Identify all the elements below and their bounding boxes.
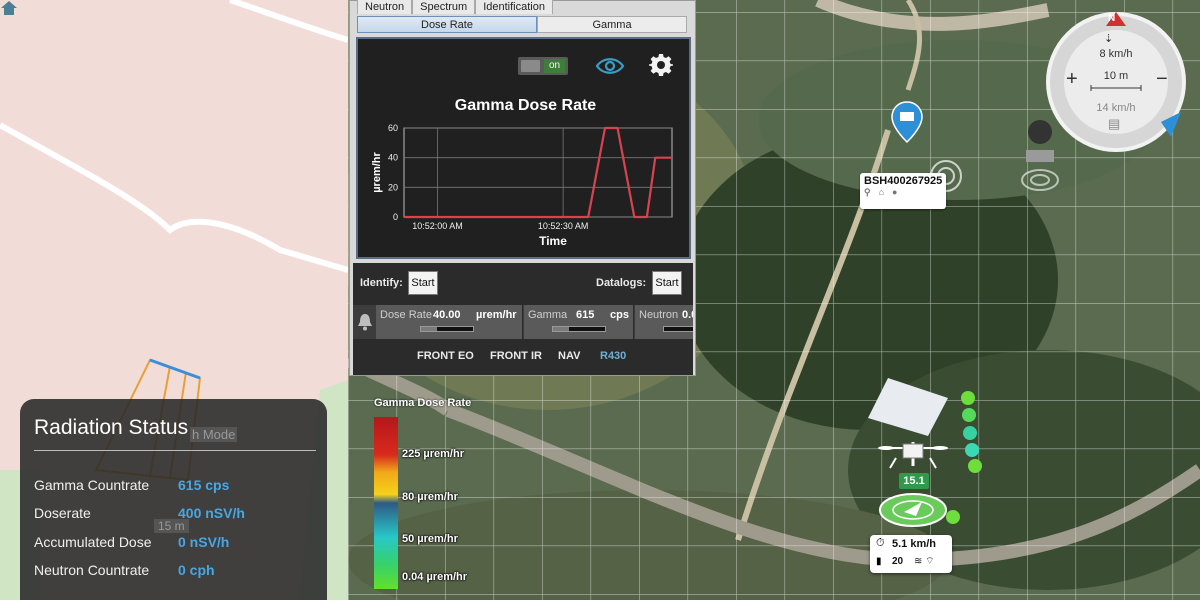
compass-widget[interactable]: N ⇣ 8 km/h + 10 m − 14 km/h ▤: [1046, 12, 1186, 152]
readout-label: Dose Rate: [380, 309, 432, 321]
y-tick-label: 0: [393, 212, 398, 222]
neutron-countrate-label: Neutron Countrate: [34, 562, 150, 578]
legend-color-bar: [374, 417, 398, 589]
gamma-countrate-value: 615 cps: [178, 477, 230, 493]
legend-label: 0.04 µrem/hr: [402, 571, 468, 583]
x-tick-label: 10:52:30 AM: [538, 221, 589, 231]
identify-start-button[interactable]: Start: [408, 271, 438, 295]
doserate-label: Doserate: [34, 505, 91, 521]
zoom-out-button[interactable]: −: [1156, 68, 1168, 91]
measurement-dot: [963, 426, 977, 440]
camera-tab-r430[interactable]: R430: [600, 350, 626, 362]
device-id: BSH400267925: [864, 175, 943, 187]
datalogs-label: Datalogs:: [596, 277, 647, 289]
app-root: BSH400267925 ⚲⌂● 15.1 ⏱ 5.1 km/h ▮ 20 ≋ …: [0, 0, 1200, 600]
gamma-countrate-label: Gamma Countrate: [34, 477, 150, 493]
series-line: [404, 126, 672, 219]
mode-label-behind: h Mode: [190, 427, 238, 442]
divider: [34, 450, 316, 451]
readout-unit: cps: [610, 309, 629, 321]
north-label: N: [1108, 13, 1116, 24]
y-tick-label: 40: [388, 153, 398, 163]
readout-level-bar: [663, 326, 693, 332]
chart-area: on Gamma Dose Rate 0 20 40 60 10:52:00 AM 10:…: [356, 37, 691, 259]
y-tick-label: 60: [388, 123, 398, 133]
readout-label: Gamma: [528, 309, 568, 321]
bell-icon[interactable]: [357, 313, 373, 331]
dose-rate-legend: Gamma Dose Rate 225 µrem/hr 80 µrem/hr 5…: [360, 392, 490, 597]
scale-bar: [1090, 85, 1142, 91]
chart-subtabs: Dose Rate Gamma: [357, 16, 687, 33]
readout-level-fill: [421, 327, 437, 331]
readout-value: 615: [576, 309, 595, 321]
scale-label-behind: 15 m: [154, 519, 189, 533]
accumulated-dose-label: Accumulated Dose: [34, 534, 152, 550]
home-icon: [1, 1, 17, 15]
readout-level-bar: [420, 326, 474, 332]
dose-rate-chart: 0 20 40 60 10:52:00 AM 10:52:30 AM Time µrem/hr: [371, 123, 673, 248]
camera-tab-front-ir[interactable]: FRONT IR: [490, 350, 542, 362]
camera-tab-front-eo[interactable]: FRONT EO: [417, 350, 474, 362]
detector-tabs: Neutron Spectrum Identification: [357, 0, 553, 14]
subtab-gamma[interactable]: Gamma: [537, 16, 687, 33]
drone-speed: 5.1 km/h: [892, 538, 937, 550]
home-point-icon[interactable]: [878, 490, 948, 530]
drone-icon[interactable]: [878, 438, 948, 474]
readout-label: Neutron: [639, 309, 679, 321]
clock-icon: ⏱: [876, 537, 885, 549]
readout-level-fill: [553, 327, 569, 331]
y-axis-label: µrem/hr: [371, 151, 383, 192]
legend-label: 80 µrem/hr: [402, 491, 458, 503]
control-bar: Identify: Start Datalogs: Start Dose Rat…: [353, 263, 693, 375]
signal-icon: ≋ ⌔: [914, 556, 935, 567]
building-shape: [868, 378, 948, 436]
wind-icon: ⇣: [1104, 33, 1114, 45]
wind-speed: 8 km/h: [1099, 48, 1133, 60]
readout-gamma: Gamma 615 cps: [524, 305, 634, 339]
readout-level-bar: [552, 326, 606, 332]
map-layers-icon[interactable]: ▤: [1108, 116, 1120, 132]
x-tick-label: 10:52:00 AM: [412, 221, 463, 231]
scale-label: 10 m: [1103, 70, 1129, 82]
radiation-status-panel: h Mode 15 m Radiation Status Gamma Count…: [20, 399, 327, 600]
y-tick-label: 20: [388, 182, 398, 192]
speed-label: 14 km/h: [1096, 102, 1136, 114]
measurement-dot: [965, 443, 979, 457]
tab-neutron[interactable]: Neutron: [357, 0, 413, 14]
tab-identification[interactable]: Identification: [475, 0, 553, 14]
location-pin-icon[interactable]: [890, 100, 924, 144]
device-label[interactable]: BSH400267925 ⚲⌂●: [860, 173, 947, 209]
tab-spectrum[interactable]: Spectrum: [412, 0, 476, 14]
measurement-dot: [968, 459, 982, 473]
x-axis-label: Time: [539, 234, 567, 248]
drone-dose-value: 15.1: [899, 473, 929, 489]
readout-dose-rate: Dose Rate 40.00 µrem/hr: [376, 305, 523, 339]
neutron-countrate-value: 0 cph: [178, 562, 215, 578]
drone-info-card[interactable]: ⏱ 5.1 km/h ▮ 20 ≋ ⌔: [870, 535, 952, 573]
readout-value: 0.0: [682, 309, 693, 321]
doserate-value: 400 nSV/h: [178, 505, 245, 521]
readout-neutron: Neutron 0.0: [635, 305, 693, 339]
camera-tab-nav[interactable]: NAV: [558, 350, 580, 362]
measurement-dot: [946, 510, 960, 524]
zoom-in-button[interactable]: +: [1066, 68, 1078, 91]
legend-label: 225 µrem/hr: [402, 448, 464, 460]
measurement-dot: [961, 391, 975, 405]
detector-panel: Neutron Spectrum Identification Dose Rat…: [349, 0, 696, 376]
readout-row: Dose Rate 40.00 µrem/hr Gamma 615 cps Ne…: [353, 305, 693, 339]
measurement-dot: [962, 408, 976, 422]
identify-label: Identify:: [360, 277, 403, 289]
readout-unit: µrem/hr: [476, 309, 517, 321]
subtab-dose-rate[interactable]: Dose Rate: [357, 16, 537, 33]
datalogs-start-button[interactable]: Start: [652, 271, 682, 295]
battery-icon: ▮: [876, 556, 882, 567]
device-status-icons: ⚲⌂●: [864, 187, 906, 197]
legend-label: 50 µrem/hr: [402, 533, 458, 545]
radiation-status-title: Radiation Status: [34, 416, 189, 439]
legend-title: Gamma Dose Rate: [374, 397, 472, 409]
battery-value: 20: [892, 556, 904, 567]
accumulated-dose-value: 0 nSV/h: [178, 534, 230, 550]
readout-value: 40.00: [433, 309, 461, 321]
